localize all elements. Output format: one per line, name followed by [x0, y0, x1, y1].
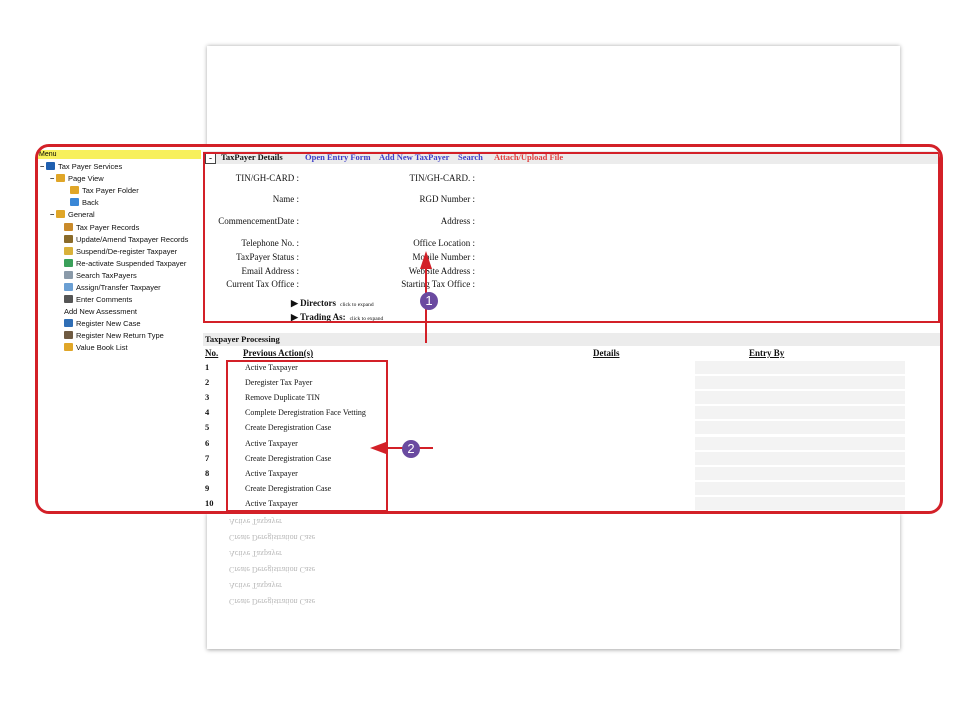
callout-badge-2: 2 [402, 440, 420, 458]
sidebar-item-search-taxpayers[interactable]: Search TaxPayers [64, 270, 137, 281]
sidebar-item-label: Search TaxPayers [76, 271, 137, 280]
highlight-box-details [203, 152, 940, 323]
sidebar-item-general[interactable]: − General [50, 209, 95, 220]
taxpayer-processing-header: Taxpayer Processing [203, 333, 940, 346]
reflection-row: Create Deregistration Case [229, 565, 316, 574]
table-row-entry-by-cell [695, 391, 905, 405]
sidebar-item-tax-payer-folder[interactable]: Tax Payer Folder [70, 185, 139, 196]
comment-icon [64, 295, 73, 303]
reflection-row: Active Taxpayer [229, 517, 282, 526]
highlight-box-actions [226, 360, 388, 511]
sidebar-item-label: Assign/Transfer Taxpayer [76, 283, 161, 292]
back-icon [70, 198, 79, 206]
table-row-number: 9 [205, 482, 210, 493]
search-icon [64, 271, 73, 279]
table-row-entry-by-cell [695, 466, 905, 480]
sidebar-item-label: Suspend/De-register Taxpayer [76, 247, 178, 256]
menu-header: Menu [38, 150, 201, 159]
main-screenshot-panel: Menu − Tax Payer Services − Page View Tax … [35, 144, 943, 514]
table-row-number: 8 [205, 467, 210, 478]
column-header-previous-actions[interactable]: Previous Action(s) [243, 348, 313, 358]
sidebar-item-label: Tax Payer Records [76, 223, 140, 232]
sidebar-item-label: Register New Case [76, 319, 141, 328]
sidebar-item-register-case[interactable]: Register New Case [64, 318, 141, 329]
people-icon [64, 223, 73, 231]
table-row-entry-by-cell [695, 496, 905, 510]
table-row-entry-by-cell [695, 361, 905, 374]
sidebar-item-assign-transfer[interactable]: Assign/Transfer Taxpayer [64, 282, 161, 293]
table-row-entry-by-cell [695, 376, 905, 390]
table-row-entry-by-cell [695, 421, 905, 435]
sidebar-item-label: Re-activate Suspended Taxpayer [76, 259, 187, 268]
table-row-entry-by-cell [695, 406, 905, 420]
assign-icon [64, 283, 73, 291]
document-sheet-top [207, 46, 900, 156]
sidebar-item-value-book-list[interactable]: Value Book List [64, 342, 128, 353]
table-row-number: 1 [205, 362, 210, 372]
table-row-number: 6 [205, 437, 210, 448]
sidebar-item-label: Tax Payer Services [58, 162, 123, 171]
table-row-number: 2 [205, 377, 210, 388]
table-row-number: 7 [205, 452, 210, 463]
table-row-number: 4 [205, 407, 210, 418]
sidebar-item-page-view[interactable]: − Page View [50, 173, 104, 184]
column-header-entry-by[interactable]: Entry By [749, 348, 784, 358]
table-row-entry-by-cell [695, 481, 905, 495]
reflection-row: Active Taxpayer [229, 549, 282, 558]
sidebar-item-label: General [68, 210, 95, 219]
sidebar-item-tax-payer-records[interactable]: Tax Payer Records [64, 222, 139, 233]
table-row-entry-by-cell [695, 451, 905, 465]
sidebar-item-label: Enter Comments [76, 295, 133, 304]
case-icon [64, 319, 73, 327]
column-header-details[interactable]: Details [593, 348, 620, 358]
sidebar-item-suspend[interactable]: Suspend/De-register Taxpayer [64, 246, 177, 257]
value-icon [64, 343, 73, 351]
sidebar-item-label: Tax Payer Folder [82, 186, 139, 195]
sidebar-menu: Menu − Tax Payer Services − Page View Tax … [38, 147, 201, 511]
sidebar-item-register-return-type[interactable]: Register New Return Type [64, 330, 164, 341]
book-icon [46, 162, 55, 170]
table-row-number: 5 [205, 422, 210, 433]
sidebar-item-reactivate[interactable]: Re-activate Suspended Taxpayer [64, 258, 186, 269]
sidebar-item-tax-payer-services[interactable]: − Tax Payer Services [40, 161, 122, 172]
folder-icon [56, 210, 65, 218]
sidebar-item-label: Back [82, 198, 99, 207]
sidebar-item-label: Update/Amend Taxpayer Records [76, 235, 189, 244]
sidebar-item-add-assessment[interactable]: Add New Assessment [64, 306, 137, 317]
sidebar-item-label: Add New Assessment [64, 307, 137, 316]
column-header-no[interactable]: No. [205, 348, 218, 358]
sidebar-item-label: Page View [68, 174, 104, 183]
table-row-number: 10 [205, 497, 214, 508]
table-row-entry-by-cell [695, 436, 905, 450]
reflection-row: Create Deregistration Case [229, 597, 316, 606]
reflection-row: Active Taxpayer [229, 581, 282, 590]
sidebar-item-label: Value Book List [76, 343, 128, 352]
folder-icon [70, 186, 79, 194]
table-row-number: 3 [205, 392, 210, 403]
sidebar-item-back[interactable]: Back [70, 197, 99, 208]
folder-icon [56, 174, 65, 182]
lock-icon [64, 247, 73, 255]
reflection-row: Create Deregistration Case [229, 533, 316, 542]
sidebar-item-label: Register New Return Type [76, 331, 164, 340]
sidebar-item-update-records[interactable]: Update/Amend Taxpayer Records [64, 234, 188, 245]
callout-badge-1: 1 [420, 292, 438, 310]
edit-icon [64, 235, 73, 243]
return-icon [64, 331, 73, 339]
sidebar-item-enter-comments[interactable]: Enter Comments [64, 294, 132, 305]
refresh-icon [64, 259, 73, 267]
document-sheet-reflection: Active Taxpayer Create Deregistration Ca… [207, 513, 900, 649]
